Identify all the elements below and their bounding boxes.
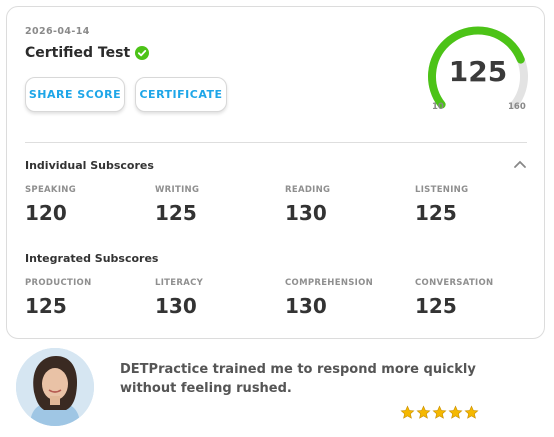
- share-score-button[interactable]: SHARE SCORE: [25, 77, 125, 112]
- star-icon: [464, 405, 479, 419]
- subscore-value: 125: [415, 201, 457, 225]
- certified-test-heading: Certified Test: [25, 45, 150, 61]
- testimonial: DETPractice trained me to respond more q…: [0, 344, 554, 437]
- star-icon: [432, 405, 447, 419]
- gauge-min-label: 10: [432, 102, 444, 112]
- subscore-value: 120: [25, 201, 67, 225]
- subscore-value: 125: [415, 294, 457, 318]
- score-card: 2026-04-14 Certified Test SHARE SCORE CE…: [6, 6, 545, 339]
- subscore-value: 130: [285, 294, 327, 318]
- subscore-label: PRODUCTION: [25, 278, 92, 288]
- subscore-label: WRITING: [155, 185, 200, 195]
- test-date: 2026-04-14: [25, 26, 90, 37]
- individual-subscores-title: Individual Subscores: [25, 159, 154, 172]
- chevron-up-icon[interactable]: [513, 159, 527, 169]
- overall-score-value: 125: [448, 55, 508, 88]
- subscore-value: 125: [155, 201, 197, 225]
- certificate-button[interactable]: CERTIFICATE: [135, 77, 227, 112]
- subscore-label: SPEAKING: [25, 185, 76, 195]
- avatar: [16, 348, 94, 426]
- subscore-value: 130: [285, 201, 327, 225]
- gauge-max-label: 160: [508, 102, 526, 112]
- reviewer-portrait-icon: [16, 348, 94, 426]
- integrated-subscores-title: Integrated Subscores: [25, 252, 159, 265]
- certified-test-title: Certified Test: [25, 45, 131, 61]
- subscore-label: LISTENING: [415, 185, 469, 195]
- star-icon: [400, 405, 415, 419]
- subscore-label: CONVERSATION: [415, 278, 494, 288]
- subscore-label: LITERACY: [155, 278, 204, 288]
- star-icon: [448, 405, 463, 419]
- verified-check-icon: [135, 46, 150, 60]
- overall-score-gauge: 125 10 160: [422, 25, 534, 125]
- subscore-label: COMPREHENSION: [285, 278, 374, 288]
- subscore-label: READING: [285, 185, 331, 195]
- testimonial-text: DETPractice trained me to respond more q…: [120, 362, 476, 396]
- star-rating: [400, 405, 479, 420]
- subscore-value: 130: [155, 294, 197, 318]
- subscore-value: 125: [25, 294, 67, 318]
- star-icon: [416, 405, 431, 419]
- divider: [25, 142, 527, 143]
